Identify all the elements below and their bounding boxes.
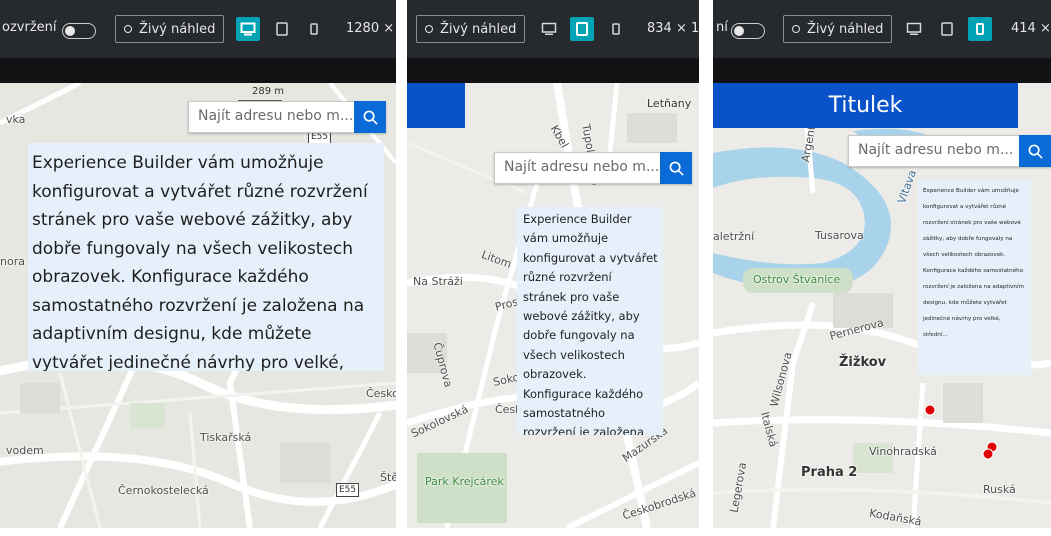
toolbar: Živý náhled 834 × 11 bbox=[407, 0, 699, 58]
search-icon bbox=[669, 161, 684, 176]
layout-toggle-label: ozvržení bbox=[2, 20, 57, 35]
map-label: Tiskařská bbox=[200, 431, 252, 444]
live-preview-label: Živý náhled bbox=[440, 21, 517, 37]
search-input[interactable]: Najít adresu nebo m... bbox=[848, 135, 1019, 167]
device-phone-button[interactable] bbox=[604, 17, 628, 41]
map-label: vodem bbox=[6, 444, 44, 457]
search-input[interactable]: Najít adresu nebo m... bbox=[494, 152, 660, 184]
map-label: Česko bbox=[366, 387, 396, 400]
text-widget: Experience Builder vám umožňuje konfigur… bbox=[918, 180, 1031, 375]
road-shield: E55 bbox=[336, 483, 360, 497]
map-label: Tusarova bbox=[815, 229, 864, 242]
map-widget[interactable]: Argentinská Tusarova aletržní Vltava Per… bbox=[713, 83, 1051, 528]
viewport-size-text: 414 × bbox=[1011, 21, 1051, 36]
canvas-bottom-edge bbox=[0, 528, 396, 536]
toolbar: ozvržení Živý náhled 1280 × 8 bbox=[0, 0, 396, 58]
canvas-header-strip bbox=[713, 58, 1051, 83]
layout-toggle-label: ní bbox=[716, 20, 728, 35]
search-icon bbox=[1028, 144, 1043, 159]
map-label: Černokostelecká bbox=[118, 484, 209, 497]
map-label: vka bbox=[6, 113, 26, 126]
text-widget: Experience Builder vám umožňuje konfigur… bbox=[517, 207, 663, 435]
search-widget: Najít adresu nebo m... bbox=[848, 135, 1051, 167]
district-label: Žižkov bbox=[839, 355, 887, 370]
device-desktop-button[interactable] bbox=[236, 17, 260, 41]
radio-circle-icon bbox=[792, 25, 800, 33]
toggle-knob bbox=[734, 25, 744, 36]
canvas-bottom-edge bbox=[713, 528, 1051, 536]
viewport-size-text: 834 × 11 bbox=[647, 21, 699, 36]
live-preview-button[interactable]: Živý náhled bbox=[783, 15, 893, 43]
device-phone-button[interactable] bbox=[302, 17, 326, 41]
desktop-preview-panel: ozvržení Živý náhled 1280 × 8 bbox=[0, 0, 396, 536]
canvas-header-strip bbox=[0, 58, 396, 83]
device-tablet-button[interactable] bbox=[935, 17, 959, 41]
map-label: Vinohradská bbox=[869, 445, 937, 458]
device-phone-button[interactable] bbox=[968, 17, 992, 41]
live-preview-button[interactable]: Živý náhled bbox=[416, 15, 526, 43]
viewport-size-text: 1280 × 8 bbox=[346, 21, 396, 36]
park-label: Park Krejcárek bbox=[425, 475, 504, 488]
district-label: Praha 2 bbox=[801, 465, 858, 480]
toolbar: ní Živý náhled 414 × bbox=[713, 0, 1051, 58]
tablet-preview-panel: Živý náhled 834 × 11 Letňany N bbox=[407, 0, 699, 536]
map-label: aletržní bbox=[713, 230, 755, 243]
phone-icon bbox=[612, 23, 620, 35]
map-widget[interactable]: 289 m vka nora Tiskařská Černokostelecká… bbox=[0, 83, 396, 528]
map-widget[interactable]: Letňany Na Stráži Tupolevova Kbel Litom … bbox=[407, 83, 699, 528]
live-preview-label: Živý náhled bbox=[139, 21, 216, 37]
search-button[interactable] bbox=[660, 152, 692, 184]
phone-preview-panel: ní Živý náhled 414 × Argentinská Tusarov… bbox=[713, 0, 1051, 536]
search-button[interactable] bbox=[1019, 135, 1051, 167]
device-tablet-button[interactable] bbox=[570, 17, 594, 41]
search-widget: Najít adresu nebo m... bbox=[188, 101, 386, 133]
toggle-knob bbox=[65, 25, 75, 36]
title-band bbox=[407, 83, 465, 128]
live-preview-label: Živý náhled bbox=[807, 21, 884, 37]
tablet-icon bbox=[941, 22, 953, 36]
page-title: Titulek bbox=[713, 83, 1018, 128]
phone-icon bbox=[976, 23, 984, 35]
map-label: Ště bbox=[380, 471, 396, 484]
phone-icon bbox=[310, 23, 318, 35]
radio-circle-icon bbox=[425, 25, 433, 33]
search-button[interactable] bbox=[354, 101, 386, 133]
device-desktop-button[interactable] bbox=[537, 17, 561, 41]
search-icon bbox=[363, 110, 378, 125]
layout-toggle-switch[interactable] bbox=[731, 23, 765, 39]
island-label: Ostrov Štvanice bbox=[753, 273, 841, 286]
scale-bar-text: 289 m bbox=[252, 86, 285, 97]
map-label: Letňany bbox=[647, 97, 692, 110]
text-widget: Experience Builder vám umožňuje konfigur… bbox=[28, 143, 384, 371]
tablet-icon bbox=[576, 22, 588, 36]
layout-toggle-switch[interactable] bbox=[62, 23, 96, 39]
device-desktop-button[interactable] bbox=[902, 17, 926, 41]
map-label: nora bbox=[0, 255, 25, 268]
desktop-icon bbox=[906, 22, 922, 35]
desktop-icon bbox=[541, 22, 557, 35]
device-tablet-button[interactable] bbox=[270, 17, 294, 41]
desktop-icon bbox=[240, 22, 256, 36]
map-label: Ruská bbox=[983, 483, 1016, 496]
map-label: Na Stráži bbox=[413, 275, 463, 288]
canvas-header-strip bbox=[407, 58, 699, 83]
radio-circle-icon bbox=[124, 25, 132, 33]
search-input[interactable]: Najít adresu nebo m... bbox=[188, 101, 354, 133]
canvas-bottom-edge bbox=[407, 528, 699, 536]
search-widget: Najít adresu nebo m... bbox=[494, 152, 692, 184]
live-preview-button[interactable]: Živý náhled bbox=[115, 15, 225, 43]
tablet-icon bbox=[276, 22, 288, 36]
